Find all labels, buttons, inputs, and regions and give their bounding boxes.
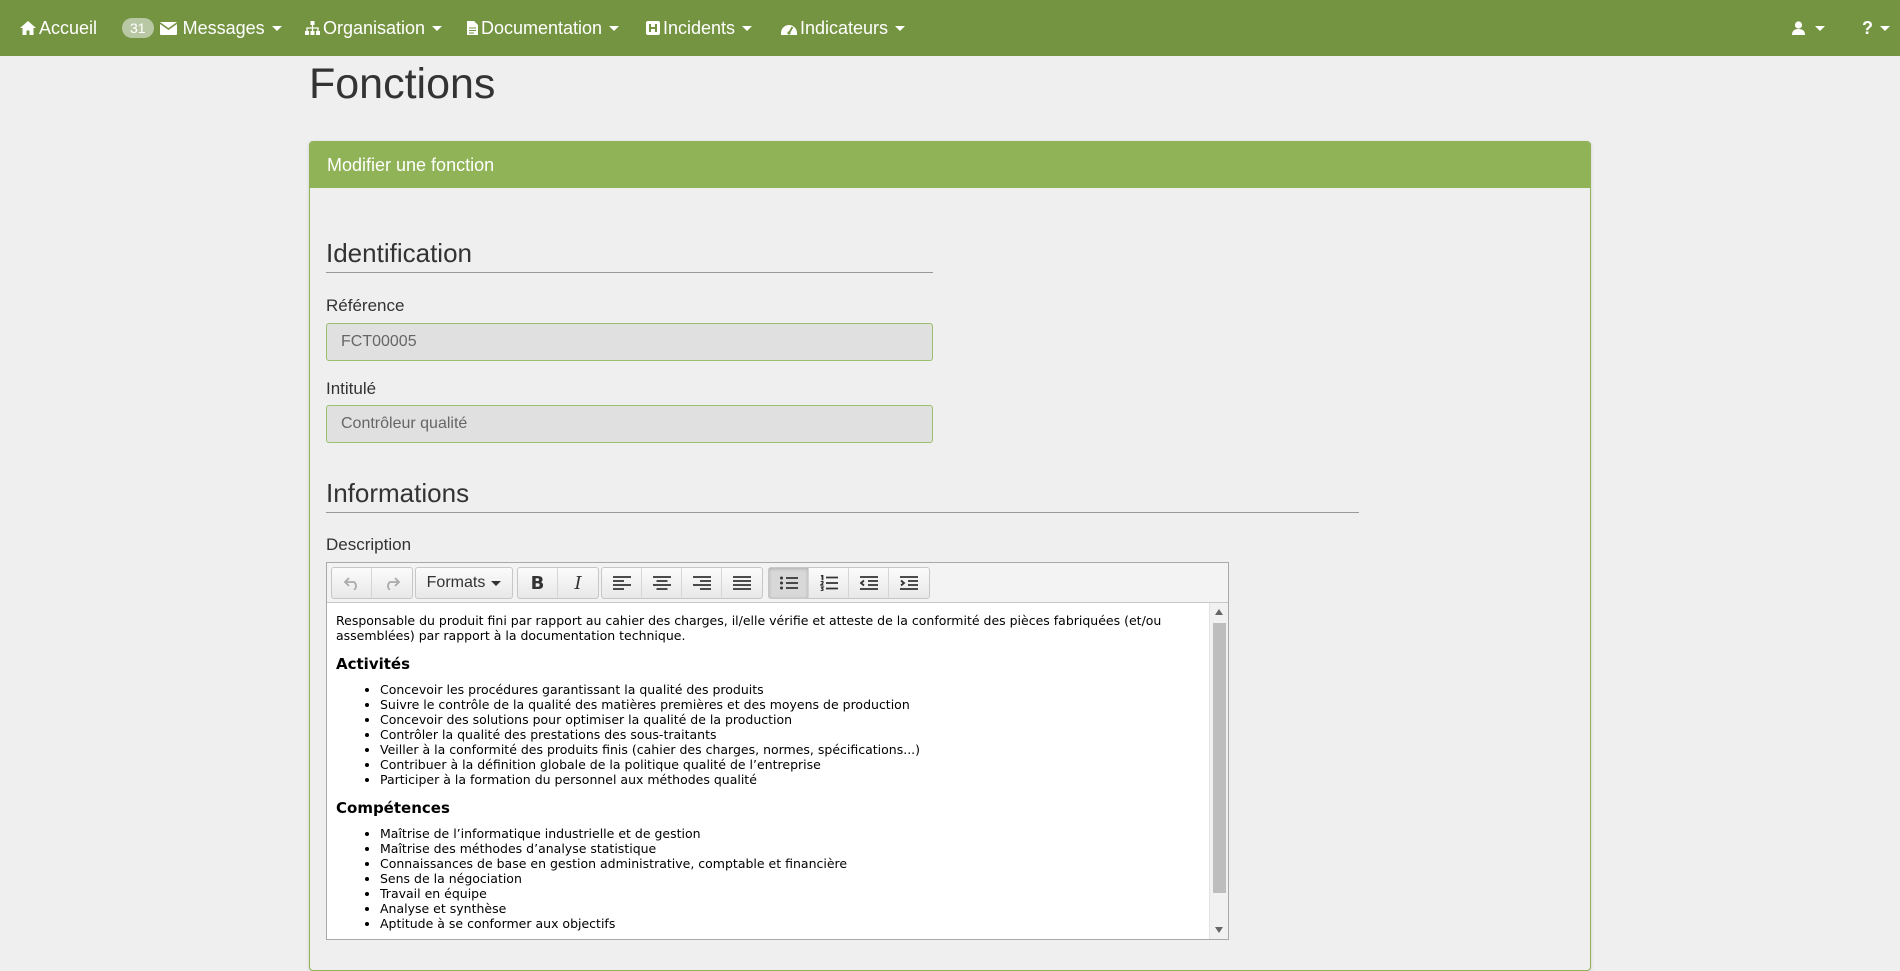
- outdent-button[interactable]: [849, 568, 889, 598]
- nav-incidents[interactable]: Incidents: [646, 0, 753, 56]
- scroll-up-icon[interactable]: [1215, 609, 1223, 615]
- numbered-list-icon: [819, 575, 838, 591]
- align-right-icon: [692, 576, 711, 590]
- formats-label: Formats: [426, 574, 486, 591]
- nav-help-menu[interactable]: ?: [1862, 0, 1890, 56]
- list-item: Concevoir les procédures garantissant la…: [380, 682, 1200, 697]
- list-item: Aptitude à se conformer aux objectifs: [380, 916, 1200, 931]
- section-identification-title: Identification: [326, 238, 933, 273]
- list-item: Maîtrise de l’informatique industrielle …: [380, 826, 1200, 841]
- align-center-icon: [652, 576, 671, 590]
- history-group: [331, 567, 413, 599]
- chevron-down-icon: [491, 580, 502, 586]
- home-icon: [20, 21, 36, 35]
- envelope-icon: [159, 21, 177, 35]
- outdent-icon: [859, 576, 878, 590]
- italic-button[interactable]: I: [558, 568, 598, 598]
- align-justify-icon: [733, 576, 751, 590]
- list-item: Analyse et synthèse: [380, 901, 1200, 916]
- bullet-list-button[interactable]: [769, 568, 809, 598]
- formats-group: Formats: [415, 567, 513, 599]
- section-informations-title: Informations: [326, 478, 1359, 513]
- reference-label: Référence: [326, 296, 405, 315]
- list-item: Connaissances de base en gestion adminis…: [380, 856, 1200, 871]
- scroll-down-icon[interactable]: [1215, 927, 1223, 933]
- competences-list: Maîtrise de l’informatique industrielle …: [336, 826, 1200, 931]
- chevron-down-icon: [742, 25, 753, 31]
- alignment-group: [601, 567, 763, 599]
- top-navbar: Accueil 31 Messages Organisation Documen…: [0, 0, 1900, 56]
- list-item: Travail en équipe: [380, 886, 1200, 901]
- nav-messages[interactable]: 31 Messages: [122, 0, 282, 56]
- list-item: Veiller à la conformité des produits fin…: [380, 742, 1200, 757]
- nav-indicateurs-label: Indicateurs: [800, 17, 889, 38]
- chevron-down-icon: [609, 25, 620, 31]
- panel-heading: Modifier une fonction: [310, 142, 1590, 188]
- scroll-thumb[interactable]: [1213, 623, 1226, 893]
- nav-user-menu[interactable]: [1792, 0, 1825, 56]
- bold-button[interactable]: B: [518, 568, 558, 598]
- competences-heading: Compétences: [336, 799, 450, 817]
- bold-icon: B: [530, 572, 545, 594]
- dashboard-icon: [781, 21, 797, 35]
- align-left-button[interactable]: [602, 568, 642, 598]
- description-editor: Formats B I Responsable du produit fini …: [326, 562, 1229, 940]
- nav-home-label: Accueil: [39, 17, 98, 38]
- formats-dropdown[interactable]: Formats: [416, 568, 512, 598]
- align-left-icon: [612, 576, 631, 590]
- chevron-down-icon: [895, 25, 906, 31]
- activites-heading: Activités: [336, 655, 411, 673]
- chevron-down-icon: [432, 25, 443, 31]
- align-justify-button[interactable]: [722, 568, 762, 598]
- nav-organisation[interactable]: Organisation: [305, 0, 443, 56]
- list-item: Sens de la négociation: [380, 871, 1200, 886]
- reference-field[interactable]: FCT00005: [326, 323, 933, 361]
- bullet-list-icon: [779, 576, 798, 590]
- list-group: [768, 567, 930, 599]
- undo-button[interactable]: [332, 568, 372, 598]
- list-item: Contribuer à la définition globale de la…: [380, 757, 1200, 772]
- intitule-label: Intitulé: [326, 379, 377, 398]
- nav-organisation-label: Organisation: [323, 17, 426, 38]
- chevron-down-icon: [1815, 25, 1825, 31]
- intitule-field[interactable]: Contrôleur qualité: [326, 405, 933, 443]
- numbered-list-button[interactable]: [809, 568, 849, 598]
- list-item: Concevoir des solutions pour optimiser l…: [380, 712, 1200, 727]
- nav-documentation[interactable]: Documentation: [467, 0, 620, 56]
- chevron-down-icon: [271, 25, 282, 31]
- description-label: Description: [326, 535, 412, 554]
- redo-button[interactable]: [372, 568, 412, 598]
- italic-icon: I: [574, 572, 582, 594]
- page-title: Fonctions: [309, 60, 496, 108]
- align-center-button[interactable]: [642, 568, 682, 598]
- description-intro: Responsable du produit fini par rapport …: [336, 613, 1162, 643]
- editor-toolbar: Formats B I: [327, 563, 1228, 603]
- nav-indicateurs[interactable]: Indicateurs: [781, 0, 906, 56]
- editor-content[interactable]: Responsable du produit fini par rapport …: [327, 603, 1209, 939]
- list-item: Participer à la formation du personnel a…: [380, 772, 1200, 787]
- list-item: Maîtrise des méthodes d’analyse statisti…: [380, 841, 1200, 856]
- messages-count-badge: 31: [122, 18, 154, 38]
- nav-home[interactable]: Accueil: [20, 0, 97, 56]
- indent-button[interactable]: [889, 568, 929, 598]
- nav-documentation-label: Documentation: [481, 17, 603, 38]
- question-icon: ?: [1862, 17, 1873, 38]
- indent-icon: [900, 576, 918, 590]
- user-icon: [1792, 21, 1805, 35]
- text-style-group: B I: [517, 567, 599, 599]
- list-item: Contrôler la qualité des prestations des…: [380, 727, 1200, 742]
- h-square-icon: [646, 21, 660, 35]
- file-icon: [467, 21, 478, 35]
- activites-list: Concevoir les procédures garantissant la…: [336, 682, 1200, 787]
- list-item: Suivre le contrôle de la qualité des mat…: [380, 697, 1200, 712]
- nav-incidents-label: Incidents: [663, 17, 736, 38]
- align-right-button[interactable]: [682, 568, 722, 598]
- editor-scrollbar[interactable]: [1209, 603, 1228, 939]
- nav-messages-label: Messages: [182, 17, 265, 38]
- chevron-down-icon: [1880, 25, 1890, 31]
- sitemap-icon: [305, 21, 320, 35]
